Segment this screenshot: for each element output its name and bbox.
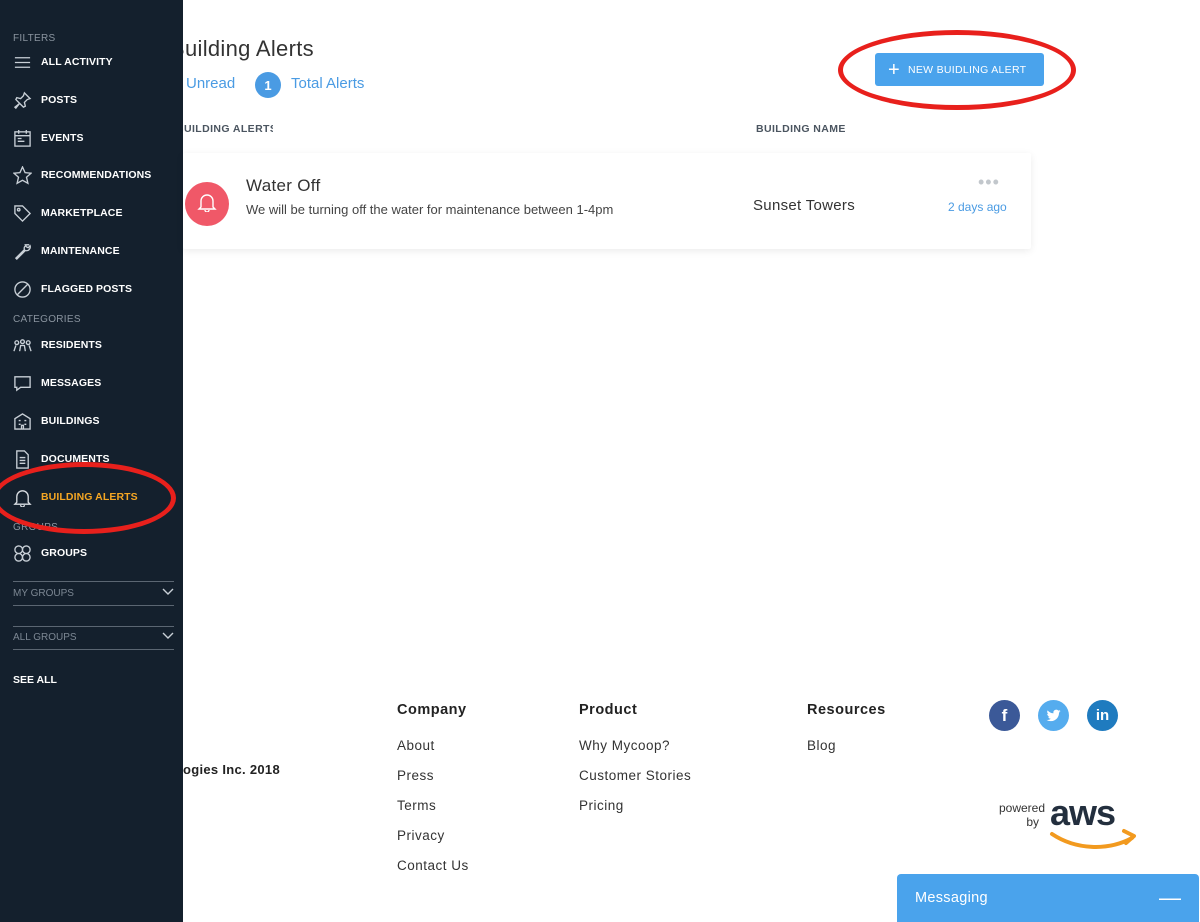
sidebar-item-events[interactable]: EVENTS: [0, 125, 183, 151]
tag-icon: [12, 203, 32, 223]
footer-link-press[interactable]: Press: [397, 768, 434, 783]
my-groups-label: MY GROUPS: [13, 588, 74, 599]
sidebar-item-label: MARKETPLACE: [41, 207, 123, 219]
new-building-alert-label: NEW BUIDLING ALERT: [907, 63, 1027, 76]
all-groups-dropdown[interactable]: ALL GROUPS: [13, 626, 174, 650]
alert-building-name: Sunset Towers: [753, 197, 856, 214]
linkedin-icon[interactable]: in: [1087, 700, 1118, 731]
sidebar-item-label: GROUPS: [41, 547, 88, 559]
messaging-widget[interactable]: Messaging —: [897, 874, 1199, 922]
my-groups-dropdown[interactable]: MY GROUPS: [13, 582, 174, 606]
footer-product-heading: Product: [579, 702, 638, 718]
total-alerts-count-badge: 1: [255, 72, 281, 98]
bell-icon: [197, 192, 217, 217]
new-building-alert-button[interactable]: + NEW BUIDLING ALERT: [875, 53, 1044, 86]
sidebar: FILTERS ALL ACTIVITY POSTS EVENTS RECOMM…: [0, 0, 183, 922]
by-line: by: [1026, 815, 1039, 829]
sidebar-item-recommendations[interactable]: RECOMMENDATIONS: [0, 162, 183, 188]
facebook-icon[interactable]: f: [989, 700, 1020, 731]
groups-icon: [12, 543, 32, 563]
document-icon: [12, 449, 32, 469]
sidebar-item-messages[interactable]: MESSAGES: [0, 370, 183, 396]
sidebar-item-flagged-posts[interactable]: FLAGGED POSTS: [0, 276, 183, 302]
sidebar-item-label: BUILDINGS: [41, 415, 100, 427]
more-options-icon[interactable]: •••: [978, 173, 1000, 191]
sidebar-item-label: FLAGGED POSTS: [41, 283, 133, 295]
footer-link-privacy[interactable]: Privacy: [397, 828, 445, 843]
footer-link-blog[interactable]: Blog: [807, 738, 836, 753]
alert-row[interactable]: Water Off We will be turning off the wat…: [183, 153, 1031, 249]
alert-body: We will be turning off the water for mai…: [246, 202, 614, 217]
see-all-link[interactable]: SEE ALL: [13, 674, 57, 686]
bell-icon: [12, 487, 32, 507]
chevron-down-icon: [162, 588, 174, 599]
alert-title: Water Off: [246, 176, 321, 195]
sidebar-item-label: RECOMMENDATIONS: [41, 169, 152, 181]
sidebar-item-label: DOCUMENTS: [41, 453, 110, 465]
page-title: Building Alerts: [183, 36, 314, 61]
messaging-label: Messaging: [915, 890, 988, 906]
column-header-alerts: BUILDING ALERTS: [183, 123, 273, 135]
alert-avatar: [185, 182, 229, 226]
calendar-icon: [12, 128, 32, 148]
pin-icon: [12, 90, 32, 110]
unread-filter-link[interactable]: Unread: [186, 75, 235, 92]
groups-section-label: GROUPS: [13, 522, 59, 533]
footer-link-about[interactable]: About: [397, 738, 435, 753]
footer-link-customer-stories[interactable]: Customer Stories: [579, 768, 691, 783]
chevron-down-icon: [162, 632, 174, 643]
footer-link-pricing[interactable]: Pricing: [579, 798, 624, 813]
sidebar-item-label: MAINTENANCE: [41, 245, 120, 257]
chat-icon: [12, 373, 32, 393]
sidebar-item-maintenance[interactable]: MAINTENANCE: [0, 238, 183, 264]
sidebar-item-label: ALL ACTIVITY: [41, 56, 113, 68]
footer-link-why-mycoop[interactable]: Why Mycoop?: [579, 738, 670, 753]
footer-link-contact-us[interactable]: Contact Us: [397, 858, 469, 873]
sidebar-item-building-alerts[interactable]: BUILDING ALERTS: [0, 484, 183, 510]
people-icon: [12, 335, 32, 355]
sidebar-item-all-activity[interactable]: ALL ACTIVITY: [0, 49, 183, 75]
minimize-icon[interactable]: —: [1159, 887, 1181, 909]
sidebar-item-posts[interactable]: POSTS: [0, 87, 183, 113]
footer-link-terms[interactable]: Terms: [397, 798, 436, 813]
twitter-icon[interactable]: [1038, 700, 1069, 731]
aws-smile-icon: [1050, 829, 1136, 849]
powered-by-text: powered by: [993, 801, 1045, 829]
footer-resources-heading: Resources: [807, 702, 886, 718]
block-icon: [12, 279, 32, 299]
sidebar-item-label: RESIDENTS: [41, 339, 102, 351]
sidebar-item-label: BUILDING ALERTS: [41, 491, 138, 503]
copyright-text: ogies Inc. 2018: [183, 762, 280, 777]
categories-section-label: CATEGORIES: [13, 314, 81, 325]
filters-section-label: FILTERS: [13, 33, 56, 44]
sidebar-item-buildings[interactable]: BUILDINGS: [0, 408, 183, 434]
plus-icon: +: [888, 58, 900, 81]
sidebar-item-marketplace[interactable]: MARKETPLACE: [0, 200, 183, 226]
column-header-building-name: BUILDING NAME: [756, 123, 846, 135]
sidebar-item-groups[interactable]: GROUPS: [0, 540, 183, 566]
sidebar-item-label: POSTS: [41, 94, 78, 106]
facebook-glyph: f: [1001, 705, 1008, 725]
wrench-icon: [12, 241, 32, 261]
powered-line: powered: [998, 801, 1045, 815]
sidebar-item-documents[interactable]: DOCUMENTS: [0, 446, 183, 472]
sidebar-item-residents[interactable]: RESIDENTS: [0, 332, 183, 358]
menu-icon: [12, 52, 32, 72]
alert-timestamp: 2 days ago: [948, 200, 1007, 214]
total-alerts-filter-link[interactable]: Total Alerts: [291, 75, 364, 92]
star-icon: [12, 165, 32, 185]
linkedin-glyph: in: [1095, 707, 1110, 724]
sidebar-item-label: EVENTS: [41, 132, 84, 144]
footer-company-heading: Company: [397, 702, 467, 718]
sidebar-item-label: MESSAGES: [41, 377, 102, 389]
all-groups-label: ALL GROUPS: [13, 632, 77, 643]
building-icon: [12, 411, 32, 431]
